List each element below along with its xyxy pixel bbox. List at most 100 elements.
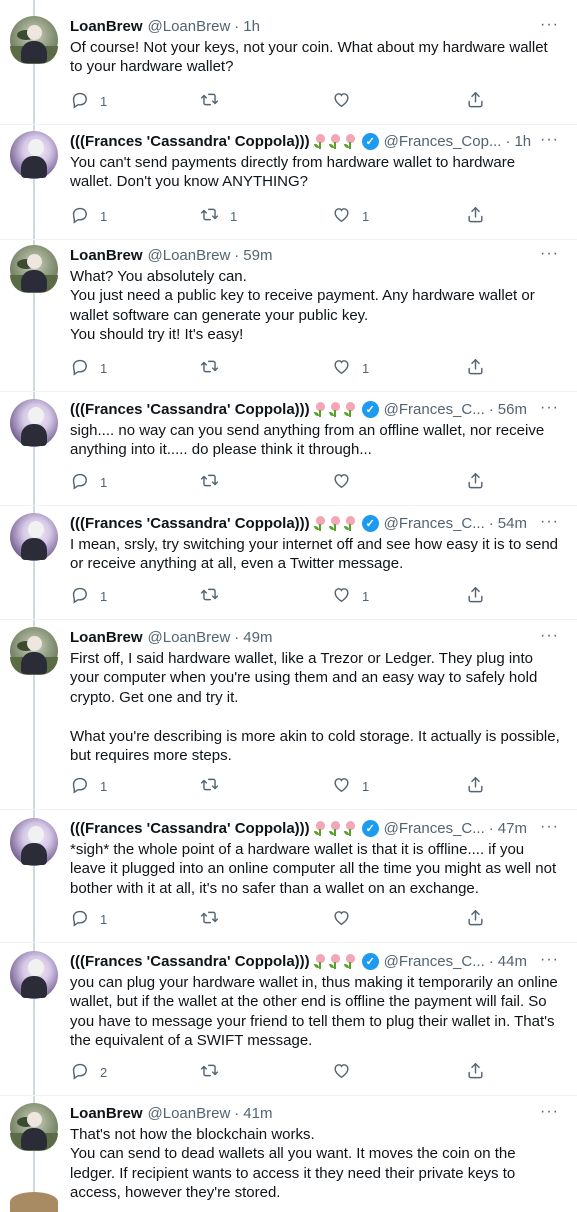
- tweet-timestamp[interactable]: 59m: [243, 247, 272, 264]
- author-handle[interactable]: @LoanBrew: [148, 247, 231, 264]
- more-options-icon[interactable]: ···: [540, 818, 559, 836]
- retweet-button[interactable]: [200, 357, 230, 379]
- retweet-button[interactable]: [200, 775, 230, 797]
- share-button[interactable]: [466, 471, 485, 493]
- avatar[interactable]: [10, 951, 58, 999]
- tulip-icon: [328, 515, 341, 531]
- share-button[interactable]: [466, 908, 485, 930]
- more-options-icon[interactable]: ···: [540, 951, 559, 969]
- share-button[interactable]: [466, 1061, 485, 1083]
- tweet-timestamp[interactable]: 47m: [498, 820, 527, 837]
- reply-count: 1: [100, 588, 108, 604]
- retweet-button[interactable]: 1: [200, 205, 237, 227]
- avatar[interactable]: [10, 1103, 58, 1151]
- share-button[interactable]: [466, 357, 485, 379]
- tweet-header: LoanBrew @LoanBrew · 41m: [70, 1103, 272, 1123]
- more-options-icon[interactable]: ···: [540, 245, 559, 263]
- author-name[interactable]: (((Frances 'Cassandra' Coppola))): [70, 515, 310, 532]
- heart-icon: [332, 1061, 351, 1083]
- more-options-icon[interactable]: ···: [540, 627, 559, 645]
- author-handle[interactable]: @Frances_C...: [384, 401, 485, 418]
- retweet-button[interactable]: [200, 471, 230, 493]
- share-button[interactable]: [466, 90, 485, 112]
- like-button[interactable]: [332, 908, 362, 930]
- reply-button[interactable]: 1: [70, 205, 107, 227]
- avatar[interactable]: [10, 627, 58, 675]
- more-options-icon[interactable]: ···: [540, 16, 559, 34]
- share-button[interactable]: [466, 775, 485, 797]
- author-handle[interactable]: @Frances_C...: [384, 820, 485, 837]
- like-button[interactable]: 1: [332, 585, 369, 607]
- retweet-button[interactable]: [200, 585, 230, 607]
- author-name[interactable]: (((Frances 'Cassandra' Coppola))): [70, 401, 310, 418]
- share-icon: [466, 90, 485, 112]
- author-handle[interactable]: @Frances_C...: [384, 515, 485, 532]
- avatar[interactable]: [10, 16, 58, 64]
- share-button[interactable]: [466, 585, 485, 607]
- separator-dot: ·: [234, 1104, 240, 1122]
- share-button[interactable]: [466, 205, 485, 227]
- tweet-timestamp[interactable]: 56m: [498, 401, 527, 418]
- reply-button[interactable]: 1: [70, 585, 107, 607]
- author-name[interactable]: LoanBrew: [70, 247, 143, 264]
- next-tweet-avatar-partial[interactable]: [10, 1192, 58, 1212]
- author-handle[interactable]: @LoanBrew: [148, 1105, 231, 1122]
- author-name[interactable]: (((Frances 'Cassandra' Coppola))): [70, 820, 310, 837]
- avatar[interactable]: [10, 818, 58, 866]
- reply-button[interactable]: 1: [70, 357, 107, 379]
- like-button[interactable]: [332, 90, 362, 112]
- reply-button[interactable]: 1: [70, 471, 107, 493]
- author-handle[interactable]: @LoanBrew: [148, 18, 231, 35]
- author-name[interactable]: LoanBrew: [70, 18, 143, 35]
- tweet-timestamp[interactable]: 1h: [514, 133, 531, 150]
- retweet-icon: [200, 357, 219, 379]
- like-button[interactable]: [332, 471, 362, 493]
- like-button[interactable]: [332, 1061, 362, 1083]
- author-handle[interactable]: @Frances_C...: [384, 953, 485, 970]
- reply-icon: [70, 357, 89, 379]
- more-options-icon[interactable]: ···: [540, 131, 559, 149]
- tulip-emoji-group: [313, 953, 359, 969]
- avatar-body: [21, 652, 47, 674]
- avatar[interactable]: [10, 399, 58, 447]
- reply-button[interactable]: 1: [70, 908, 107, 930]
- tulip-icon: [313, 133, 326, 149]
- verified-badge-icon: ✓: [361, 819, 379, 837]
- tweet-timestamp[interactable]: 49m: [243, 629, 272, 646]
- tweet-divider: [0, 619, 577, 620]
- verified-badge-icon: ✓: [361, 132, 379, 150]
- tweet-timestamp[interactable]: 1h: [243, 18, 260, 35]
- author-name[interactable]: LoanBrew: [70, 629, 143, 646]
- retweet-button[interactable]: [200, 908, 230, 930]
- author-handle[interactable]: @LoanBrew: [148, 629, 231, 646]
- like-button[interactable]: 1: [332, 205, 369, 227]
- share-icon: [466, 471, 485, 493]
- reply-button[interactable]: 1: [70, 90, 107, 112]
- author-name[interactable]: (((Frances 'Cassandra' Coppola))): [70, 133, 310, 150]
- avatar[interactable]: [10, 513, 58, 561]
- avatar[interactable]: [10, 245, 58, 293]
- tweet-text: What? You absolutely can. You just need …: [70, 268, 535, 344]
- author-name[interactable]: LoanBrew: [70, 1105, 143, 1122]
- tweet-header: LoanBrew @LoanBrew · 1h: [70, 16, 260, 36]
- author-name[interactable]: (((Frances 'Cassandra' Coppola))): [70, 953, 310, 970]
- tweet-timestamp[interactable]: 54m: [498, 515, 527, 532]
- more-options-icon[interactable]: ···: [540, 1103, 559, 1121]
- reply-button[interactable]: 1: [70, 775, 107, 797]
- avatar[interactable]: [10, 131, 58, 179]
- author-handle[interactable]: @Frances_Cop...: [384, 133, 502, 150]
- heart-icon: [332, 775, 351, 797]
- tweet-text: Of course! Not your keys, not your coin.…: [70, 39, 548, 76]
- reply-button[interactable]: 2: [70, 1061, 107, 1083]
- more-options-icon[interactable]: ···: [540, 399, 559, 417]
- tweet-timestamp[interactable]: 44m: [498, 953, 527, 970]
- like-button[interactable]: 1: [332, 357, 369, 379]
- retweet-button[interactable]: [200, 1061, 230, 1083]
- retweet-button[interactable]: [200, 90, 230, 112]
- tweet-action-bar: 1: [70, 908, 490, 928]
- share-icon: [466, 908, 485, 930]
- tweet-action-bar: 2: [70, 1061, 490, 1081]
- tweet-timestamp[interactable]: 41m: [243, 1105, 272, 1122]
- like-button[interactable]: 1: [332, 775, 369, 797]
- more-options-icon[interactable]: ···: [540, 513, 559, 531]
